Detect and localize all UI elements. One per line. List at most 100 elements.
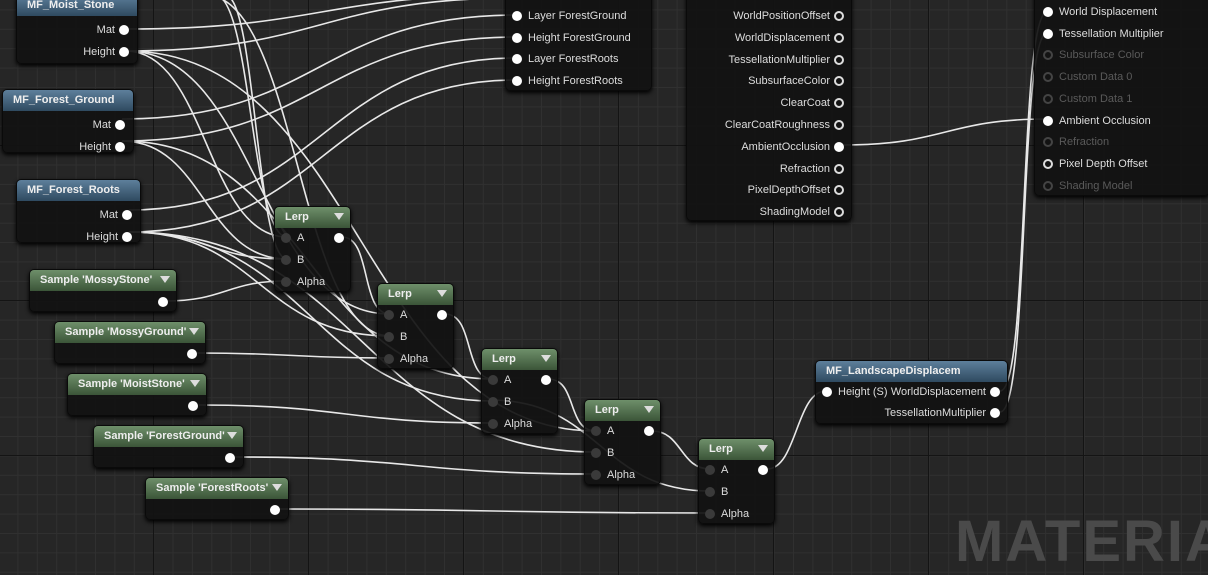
pin-result-input[interactable]: Tessellation Multiplier [1043,28,1164,40]
pin-result-input[interactable]: World Displacement [1043,6,1157,18]
collapse-arrow-icon[interactable] [437,290,447,297]
pin-attribute[interactable]: TessellationMultiplier [729,54,844,66]
output-pin-icon[interactable] [834,207,844,218]
pin-attribute[interactable]: Refraction [780,163,844,175]
pin-result-input[interactable]: Shading Model [1043,180,1132,192]
node-title[interactable]: Sample 'ForestRoots' [146,478,288,499]
output-pin-icon[interactable] [834,54,844,65]
pin-alpha[interactable]: Alpha [384,353,428,365]
pin-b[interactable]: B [488,396,511,408]
output-pin-icon[interactable] [834,98,844,109]
input-pin-icon[interactable] [488,375,498,386]
pin-alpha[interactable]: Alpha [281,276,325,288]
input-pin-icon[interactable] [384,354,394,365]
pin-attribute[interactable]: AmbientOcclusion [741,141,844,153]
output-pin-icon[interactable] [834,11,844,22]
output-pin-icon[interactable] [119,25,129,36]
output-pin-icon[interactable] [541,375,551,386]
lerp-node[interactable]: Lerp A B Alpha [481,348,558,434]
output-pin-icon[interactable] [115,120,125,131]
output-pin-icon[interactable] [122,210,132,221]
layer-sample-node[interactable]: Sample 'MossyGround' [54,321,206,364]
output-pin-icon[interactable] [437,310,447,321]
input-pin-icon[interactable] [591,426,601,437]
output-pin-icon[interactable] [119,47,129,58]
node-title[interactable]: MF_Forest_Roots [17,180,140,201]
pin-a[interactable]: A [384,309,407,321]
collapse-arrow-icon[interactable] [334,213,344,220]
pin-attribute[interactable]: WorldPositionOffset [733,10,844,22]
output-pin-icon[interactable] [334,233,344,244]
input-pin-icon[interactable] [488,419,498,430]
input-pin-icon[interactable] [1043,72,1053,83]
output-pin-icon[interactable] [834,76,844,87]
pin-attribute[interactable]: ClearCoat [780,97,844,109]
landscape-displacement-node[interactable]: MF_LandscapeDisplacem Height (S) WorldDisp… [815,360,1008,424]
collapse-arrow-icon[interactable] [644,406,654,413]
pin-a[interactable]: A [705,464,728,476]
pin-result-input[interactable]: Ambient Occlusion [1043,115,1151,127]
output-pin-icon[interactable] [834,185,844,196]
lerp-node[interactable]: Lerp A B Alpha [274,206,351,292]
output-pin-icon[interactable] [187,349,197,360]
input-pin-icon[interactable] [1043,28,1053,39]
lerp-node[interactable]: Lerp A B Alpha [377,283,454,369]
pin-attribute[interactable]: ShadingModel [760,206,844,218]
input-pin-icon[interactable] [488,397,498,408]
collapse-arrow-icon[interactable] [190,380,200,387]
node-title[interactable]: Sample 'ForestGround' [94,426,243,447]
node-title[interactable]: MF_LandscapeDisplacem [816,361,1007,382]
input-pin-icon[interactable] [512,11,522,22]
pin-alpha[interactable]: Alpha [488,418,532,430]
layer-sample-node[interactable]: Sample 'MoistStone' [67,373,207,416]
pin-output[interactable] [221,452,235,464]
node-title[interactable]: Lerp [482,349,557,370]
pin-height[interactable]: Height [83,46,129,58]
layer-sample-node[interactable]: Sample 'MossyStone' [29,269,177,312]
pin-result-input[interactable]: Custom Data 0 [1043,71,1132,83]
layer-sample-node[interactable]: Sample 'ForestRoots' [145,477,289,520]
pin-height-s[interactable]: Height (S) [822,386,888,398]
pin-result-input[interactable]: Custom Data 1 [1043,93,1132,105]
pin-b[interactable]: B [384,331,407,343]
pin-result-input[interactable]: Pixel Depth Offset [1043,158,1147,170]
output-pin-icon[interactable] [990,408,1000,419]
pin-mat[interactable]: Mat [93,119,125,131]
layer-sample-node[interactable]: Sample 'ForestGround' [93,425,244,468]
pin-output[interactable] [640,425,654,437]
pin-output[interactable] [183,348,197,360]
pin-b[interactable]: B [591,447,614,459]
pin-a[interactable]: A [281,232,304,244]
input-pin-icon[interactable] [384,310,394,321]
output-pin-icon[interactable] [122,232,132,243]
pin-height[interactable]: Height [86,231,132,243]
pin-attribute[interactable]: SubsurfaceColor [748,75,844,87]
input-pin-icon[interactable] [1043,50,1053,61]
layer-blend-node[interactable]: Layer ForestGround Height ForestGround Lay… [505,0,652,91]
pin-a[interactable]: A [591,425,614,437]
node-title[interactable]: Sample 'MoistStone' [68,374,206,395]
material-function-node[interactable]: MF_Moist_Stone Mat Height [16,0,138,64]
input-pin-icon[interactable] [1043,137,1053,148]
input-pin-icon[interactable] [512,32,522,43]
input-pin-icon[interactable] [591,470,601,481]
lerp-node[interactable]: Lerp A B Alpha [584,399,661,485]
output-pin-icon[interactable] [758,465,768,476]
node-title[interactable]: Sample 'MossyGround' [55,322,205,343]
input-pin-icon[interactable] [1043,158,1053,169]
make-material-attributes-node[interactable]: WorldPositionOffset WorldDisplacement Tess… [686,0,852,221]
collapse-arrow-icon[interactable] [541,355,551,362]
pin-tessellation-multiplier[interactable]: TessellationMultiplier [885,407,1000,419]
pin-result-input[interactable]: Refraction [1043,136,1109,148]
node-title[interactable]: Lerp [585,400,660,421]
output-pin-icon[interactable] [188,401,198,412]
pin-layer-input[interactable]: Height ForestGround [512,32,631,44]
collapse-arrow-icon[interactable] [227,432,237,439]
pin-alpha[interactable]: Alpha [591,469,635,481]
pin-mat[interactable]: Mat [100,209,132,221]
input-pin-icon[interactable] [384,332,394,343]
node-title[interactable]: MF_Forest_Ground [3,90,133,111]
pin-layer-input[interactable]: Layer ForestRoots [512,53,618,65]
pin-mat[interactable]: Mat [97,24,129,36]
output-pin-icon[interactable] [644,426,654,437]
